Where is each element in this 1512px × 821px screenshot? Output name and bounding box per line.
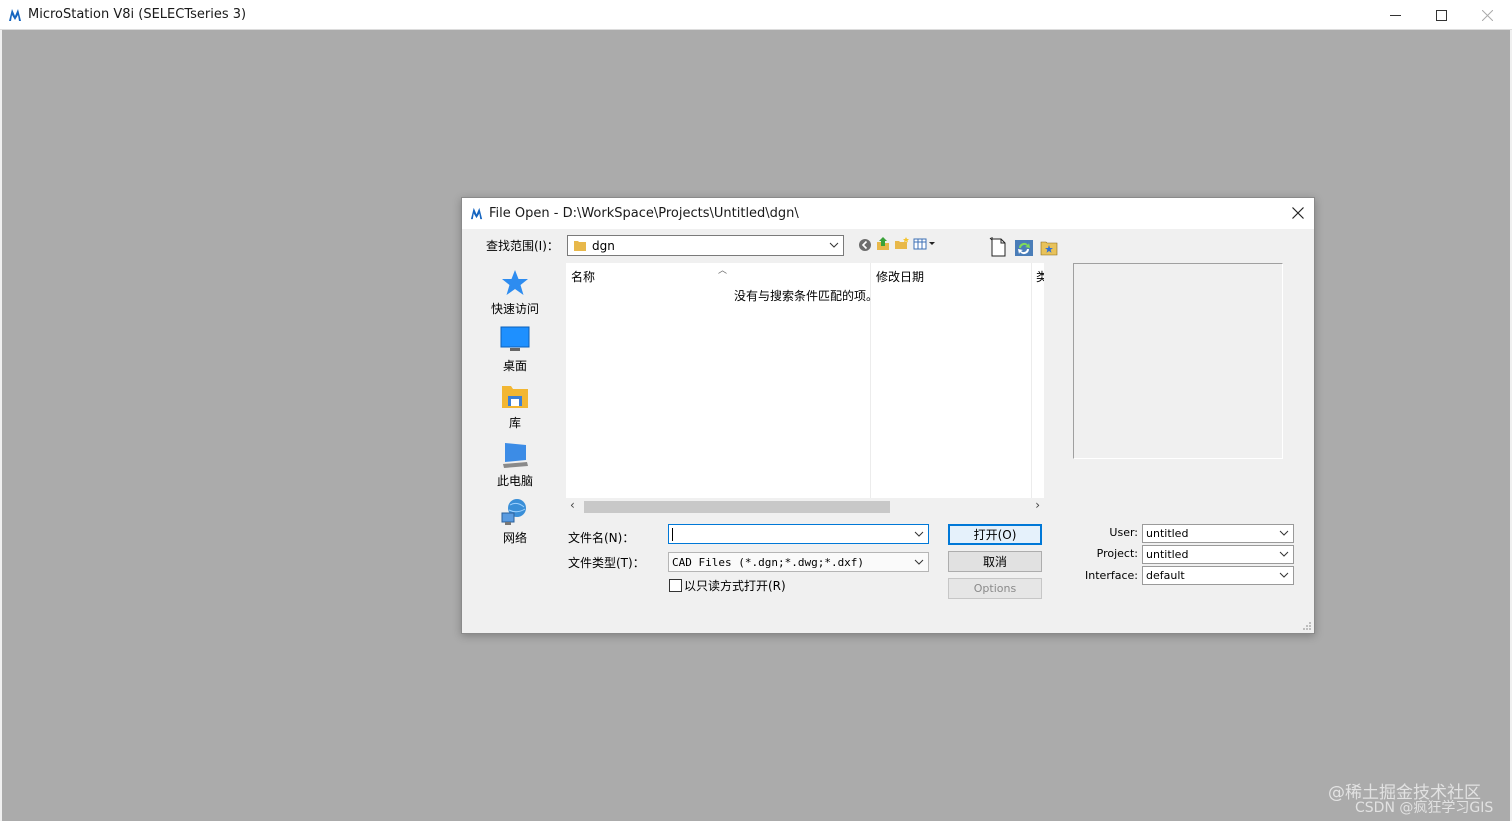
place-quick-access[interactable]: 快速访问 [486, 268, 544, 317]
close-icon [1481, 9, 1493, 21]
chevron-down-icon[interactable] [913, 528, 925, 540]
place-library[interactable]: 库 [486, 382, 544, 431]
place-desktop[interactable]: 桌面 [486, 325, 544, 374]
options-button: Options [948, 578, 1042, 599]
watermark-csdn: CSDN @疯狂学习GIS [1355, 800, 1494, 816]
main-title-bar: MicroStation V8i (SELECTseries 3) [0, 0, 1512, 30]
file-name-input[interactable] [668, 524, 929, 544]
minimize-button[interactable] [1372, 0, 1418, 30]
back-icon[interactable] [857, 237, 873, 253]
up-folder-icon[interactable] [875, 236, 891, 252]
column-separator[interactable] [1031, 263, 1032, 498]
microstation-dialog-icon [470, 207, 483, 220]
close-icon [1292, 207, 1304, 219]
scroll-right-icon[interactable]: › [1035, 498, 1040, 512]
chevron-down-icon [914, 559, 924, 565]
project-label: Project: [1096, 547, 1138, 560]
place-label: 库 [508, 416, 521, 430]
favorite-folder-icon[interactable] [1040, 239, 1058, 256]
place-this-pc[interactable]: 此电脑 [486, 440, 544, 489]
file-type-dropdown[interactable]: CAD Files (*.dgn;*.dwg;*.dxf) [668, 552, 929, 572]
file-name-label: 文件名(N)： [568, 531, 635, 545]
project-value: untitled [1146, 548, 1189, 561]
column-header-date[interactable]: 修改日期 [876, 268, 924, 285]
place-label: 网络 [502, 531, 527, 545]
place-label: 此电脑 [496, 474, 533, 488]
interface-label: Interface: [1085, 569, 1138, 582]
sort-up-icon: ︿ [718, 266, 728, 276]
maximize-icon [1435, 9, 1447, 21]
chevron-down-icon [829, 242, 839, 248]
sync-icon[interactable] [1014, 239, 1034, 257]
text-caret [672, 527, 673, 541]
read-only-label[interactable]: 以只读方式打开(R) [684, 577, 786, 594]
close-window-button[interactable] [1464, 0, 1510, 30]
file-list[interactable]: 名称 ︿ 修改日期 类 没有与搜索条件匹配的项。 ‹ › [566, 263, 1044, 515]
new-file-icon[interactable] [988, 237, 1008, 257]
window-frame-left [0, 30, 2, 821]
user-dropdown[interactable]: untitled [1142, 524, 1294, 543]
chevron-down-icon [1279, 530, 1289, 536]
look-in-label: 查找范围(I)： [486, 239, 559, 253]
place-label: 快速访问 [490, 302, 539, 316]
desktop-icon [500, 326, 530, 351]
star-icon [502, 270, 528, 295]
minimize-icon [1389, 14, 1401, 16]
interface-value: default [1146, 569, 1185, 582]
look-in-value: dgn [592, 238, 615, 253]
preview-pane [1073, 263, 1283, 459]
place-label: 桌面 [502, 359, 527, 373]
interface-dropdown[interactable]: default [1142, 566, 1294, 585]
main-window-title: MicroStation V8i (SELECTseries 3) [28, 7, 247, 22]
computer-icon [503, 443, 528, 468]
scroll-left-icon[interactable]: ‹ [570, 498, 575, 512]
project-dropdown[interactable]: untitled [1142, 545, 1294, 564]
chevron-down-icon [1279, 551, 1289, 557]
column-header-type[interactable]: 类 [1036, 268, 1044, 285]
file-type-label: 文件类型(T)： [568, 556, 645, 570]
user-label: User: [1109, 526, 1138, 539]
resize-grip-icon[interactable] [1302, 621, 1312, 631]
view-menu-icon[interactable] [913, 236, 937, 252]
cancel-button[interactable]: 取消 [948, 551, 1042, 572]
dialog-close-button[interactable] [1288, 203, 1308, 223]
new-folder-icon[interactable] [894, 236, 910, 252]
scrollbar-thumb[interactable] [584, 501, 890, 513]
place-network[interactable]: 网络 [486, 497, 544, 546]
user-value: untitled [1146, 527, 1189, 540]
maximize-button[interactable] [1418, 0, 1464, 30]
look-in-dropdown[interactable]: dgn [567, 235, 844, 256]
file-type-value: CAD Files (*.dgn;*.dwg;*.dxf) [672, 555, 865, 569]
empty-message: 没有与搜索条件匹配的项。 [734, 289, 879, 303]
microstation-app-icon [9, 9, 21, 21]
chevron-down-icon [1279, 572, 1289, 578]
library-icon [502, 386, 528, 408]
dialog-title: File Open - D:\WorkSpace\Projects\Untitl… [489, 206, 799, 221]
horizontal-scrollbar[interactable]: ‹ › [566, 498, 1044, 515]
read-only-checkbox[interactable] [669, 579, 682, 592]
open-button[interactable]: 打开(O) [948, 524, 1042, 545]
network-icon [501, 499, 526, 525]
dialog-title-bar[interactable]: File Open - D:\WorkSpace\Projects\Untitl… [462, 198, 1314, 229]
file-open-dialog: File Open - D:\WorkSpace\Projects\Untitl… [461, 197, 1315, 634]
folder-icon [574, 241, 586, 251]
column-header-name[interactable]: 名称 [571, 268, 595, 285]
